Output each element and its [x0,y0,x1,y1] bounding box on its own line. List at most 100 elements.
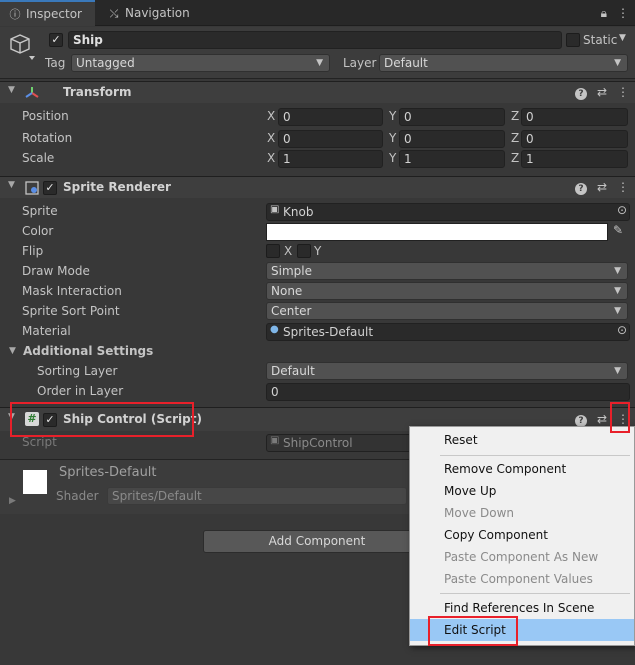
menu-separator [440,455,630,456]
sprite-label: Sprite [22,204,58,218]
foldout-right-icon[interactable]: ▶ [9,496,16,506]
additional-settings-foldout-icon[interactable]: ▼ [9,346,16,356]
shader-dropdown[interactable]: Sprites/Default [107,487,407,505]
material-thumbnail [23,470,47,494]
axis-x-label[interactable]: X [267,109,275,123]
flip-label: Flip [22,244,44,258]
rotation-label: Rotation [22,131,73,145]
menu-item-remove-component[interactable]: Remove Component [410,458,634,480]
preset-icon[interactable]: ⇄ [597,412,607,426]
scale-y-input[interactable]: 1 [399,150,505,168]
tab-inspector-label: Inspector [26,7,82,21]
transform-title: Transform [63,85,132,99]
scale-x-input[interactable]: 1 [278,150,383,168]
order-in-layer-label: Order in Layer [37,384,124,398]
sorting-layer-dropdown[interactable]: Default ▼ [266,362,628,380]
axis-x-label[interactable]: X [267,131,275,145]
highlight-box-component-header [10,402,194,437]
gameobject-cube-icon[interactable] [8,32,36,62]
tag-dropdown[interactable]: Untagged ▼ [71,54,330,72]
script-value: ShipControl [283,436,353,450]
additional-settings-label[interactable]: Additional Settings [23,344,153,358]
foldout-arrow-icon[interactable]: ▼ [8,85,15,95]
position-x-input[interactable]: 0 [278,108,383,126]
menu-item-move-down: Move Down [444,506,514,520]
static-dropdown-icon[interactable]: ▼ [619,33,626,43]
scale-z-input[interactable]: 1 [521,150,628,168]
order-in-layer-input[interactable]: 0 [266,383,630,401]
draw-mode-label: Draw Mode [22,264,90,278]
axis-x-label[interactable]: X [267,151,275,165]
add-component-button[interactable]: Add Component [203,530,431,553]
sprite-renderer-title: Sprite Renderer [63,180,171,194]
mask-interaction-dropdown[interactable]: None ▼ [266,282,628,300]
draw-mode-dropdown[interactable]: Simple ▼ [266,262,628,280]
rotation-y-input[interactable]: 0 [399,130,505,148]
position-z-input[interactable]: 0 [521,108,628,126]
object-picker-icon[interactable]: ⊙ [617,323,627,337]
help-icon[interactable]: ? [574,88,587,100]
preset-icon[interactable]: ⇄ [597,85,607,99]
chevron-down-icon: ▼ [614,266,621,276]
chevron-down-icon: ▼ [614,286,621,296]
sorting-layer-value: Default [271,364,315,378]
sprite-sort-point-value: Center [271,304,312,318]
tab-inspector[interactable]: ⓘ Inspector [0,0,95,26]
transform-icon [25,87,39,98]
color-swatch[interactable] [266,223,608,241]
window-tab-bar: ⓘ Inspector ⤯ Navigation 🔒︎ ⋮ [0,0,635,26]
tab-bar-actions: 🔒︎ ⋮ [591,0,629,26]
axis-y-label[interactable]: Y [389,131,396,145]
axis-z-label[interactable]: Z [511,131,519,145]
sprite-sort-point-label: Sprite Sort Point [22,304,120,318]
eyedropper-icon[interactable]: ✎ [613,223,623,237]
position-y-input[interactable]: 0 [399,108,505,126]
axis-y-label[interactable]: Y [389,151,396,165]
sprite-value: Knob [283,205,314,219]
axis-z-label[interactable]: Z [511,109,519,123]
info-icon: ⓘ [9,8,21,21]
more-options-icon[interactable]: ⋮ [617,6,629,20]
component-context-menu: Reset Remove Component Move Up Move Down… [409,426,635,646]
highlight-box-menu-button [610,402,630,433]
preset-icon[interactable]: ⇄ [597,180,607,194]
layer-dropdown[interactable]: Default ▼ [379,54,628,72]
rotation-z-input[interactable]: 0 [521,130,628,148]
mask-interaction-label: Mask Interaction [22,284,122,298]
gameobject-name-input[interactable]: Ship [68,31,562,49]
menu-item-copy-component[interactable]: Copy Component [410,524,634,546]
sprite-object-field[interactable]: Knob [266,203,630,221]
component-menu-icon[interactable]: ⋮ [617,85,629,99]
flip-y-label: Y [314,244,322,258]
transform-header[interactable]: ▼ Transform ? ⇄ ⋮ [0,81,635,103]
static-label: Static [583,33,618,47]
menu-item-move-up[interactable]: Move Up [410,480,634,502]
axis-z-label[interactable]: Z [511,151,519,165]
material-value: Sprites-Default [283,325,374,339]
flip-x-checkbox[interactable] [266,244,280,258]
foldout-arrow-icon[interactable]: ▼ [8,180,15,190]
object-picker-icon[interactable]: ⊙ [617,203,627,217]
lock-icon[interactable]: 🔒︎ [601,6,607,20]
sprite-sort-point-dropdown[interactable]: Center ▼ [266,302,628,320]
tab-navigation[interactable]: ⤯ Navigation [99,0,209,26]
menu-item-paste-values: Paste Component Values [444,572,593,586]
help-icon[interactable]: ? [574,183,587,195]
scale-label: Scale [22,151,55,165]
menu-item-reset[interactable]: Reset [410,429,634,451]
static-checkbox[interactable] [566,33,580,47]
component-menu-icon[interactable]: ⋮ [617,180,629,194]
axis-y-label[interactable]: Y [389,109,396,123]
flip-x-label: X [284,244,293,258]
sprite-renderer-header[interactable]: ▼ ✓ Sprite Renderer ? ⇄ ⋮ [0,176,635,198]
script-label: Script [22,435,57,449]
menu-separator [440,593,630,594]
sprite-renderer-enabled-checkbox[interactable]: ✓ [43,181,57,195]
material-object-field[interactable]: Sprites-Default [266,323,630,341]
navigation-icon: ⤯ [109,7,119,20]
rotation-x-input[interactable]: 0 [278,130,383,148]
gameobject-active-checkbox[interactable]: ✓ [49,33,63,47]
highlight-box-edit-script [428,616,518,646]
flip-y-checkbox[interactable] [297,244,311,258]
layer-value: Default [384,56,428,70]
